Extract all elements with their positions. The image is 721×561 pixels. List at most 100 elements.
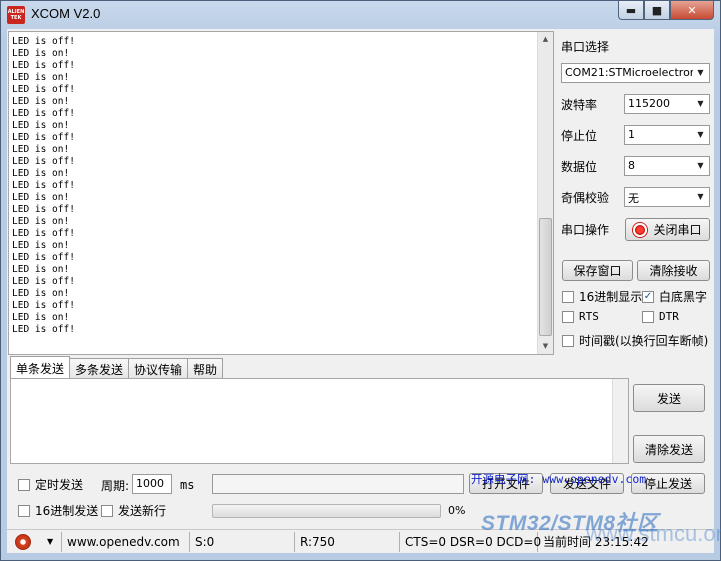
stopbit-select[interactable]: 1 ▼ bbox=[624, 125, 710, 145]
window-controls: ▬ ■ ✕ bbox=[618, 1, 714, 21]
close-button[interactable]: ✕ bbox=[670, 1, 714, 20]
tab-single-send[interactable]: 单条发送 bbox=[10, 356, 71, 378]
receive-scrollbar[interactable]: ▲ ▼ bbox=[537, 32, 553, 354]
receive-line: LED is off! bbox=[12, 300, 75, 311]
operate-label: 串口操作 bbox=[561, 223, 610, 237]
hex-display-checkbox[interactable]: 16进制显示 bbox=[562, 288, 642, 305]
receive-line: LED is off! bbox=[12, 276, 75, 287]
scroll-up-icon[interactable]: ▲ bbox=[538, 32, 553, 47]
white-bg-label: 白底黑字 bbox=[659, 290, 708, 304]
dtr-label: DTR bbox=[659, 310, 679, 323]
receive-line: LED is off! bbox=[12, 84, 75, 95]
timed-send-label: 定时发送 bbox=[35, 478, 84, 492]
receive-line: LED is on! bbox=[12, 192, 70, 203]
scroll-down-icon[interactable]: ▼ bbox=[538, 339, 553, 354]
receive-line: LED is off! bbox=[12, 156, 75, 167]
progress-percent: 0% bbox=[448, 504, 466, 517]
close-port-button[interactable]: 关闭串口 bbox=[625, 218, 710, 241]
settings-menu[interactable]: ▼ bbox=[7, 531, 62, 552]
send-scrollbar[interactable] bbox=[612, 379, 628, 463]
hex-display-label: 16进制显示 bbox=[579, 290, 643, 304]
chevron-down-icon: ▼ bbox=[693, 158, 708, 174]
rts-checkbox[interactable]: RTS bbox=[562, 310, 599, 323]
parity-label: 奇偶校验 bbox=[561, 191, 610, 205]
send-button[interactable]: 发送 bbox=[633, 384, 705, 412]
chevron-down-icon: ▼ bbox=[693, 96, 708, 112]
receive-line: LED is off! bbox=[12, 180, 75, 191]
file-path-field[interactable] bbox=[212, 474, 464, 494]
maximize-button[interactable]: ■ bbox=[644, 1, 670, 20]
port-status-lamp-icon bbox=[633, 222, 648, 237]
clear-receive-button[interactable]: 清除接收 bbox=[637, 260, 710, 281]
hex-send-checkbox[interactable]: 16进制发送 bbox=[18, 502, 98, 519]
receive-line: LED is off! bbox=[12, 204, 75, 215]
receive-line: LED is off! bbox=[12, 60, 75, 71]
receive-line: LED is off! bbox=[12, 324, 75, 335]
chevron-down-icon: ▼ bbox=[47, 537, 54, 546]
receive-text: LED is off! LED is on! LED is off! LED is o… bbox=[12, 36, 532, 336]
period-label: 周期: bbox=[101, 479, 130, 493]
databit-select[interactable]: 8 ▼ bbox=[624, 156, 710, 176]
newline-box bbox=[101, 504, 113, 517]
parity-value: 无 bbox=[628, 192, 639, 205]
serial-settings-panel: 串口选择 COM21:STMicroelectron ▼ 波特率 115200 … bbox=[560, 29, 714, 359]
chevron-down-icon: ▼ bbox=[693, 189, 708, 205]
receive-line: LED is off! bbox=[12, 252, 75, 263]
port-select-label: 串口选择 bbox=[561, 40, 610, 54]
receive-line: LED is on! bbox=[12, 312, 70, 323]
receive-textarea[interactable]: LED is off! LED is on! LED is off! LED is o… bbox=[8, 31, 554, 355]
period-input[interactable]: 1000 bbox=[132, 474, 172, 494]
stopbit-value: 1 bbox=[628, 128, 635, 141]
title-bar[interactable]: ALIEN TEK XCOM V2.0 ▬ ■ ✕ bbox=[1, 1, 720, 29]
scrollbar-thumb[interactable] bbox=[539, 218, 552, 336]
tab-help[interactable]: 帮助 bbox=[187, 358, 224, 378]
receive-line: LED is off! bbox=[12, 132, 75, 143]
baud-value: 115200 bbox=[628, 97, 670, 110]
receive-line: LED is on! bbox=[12, 48, 70, 59]
period-unit: ms bbox=[180, 478, 195, 492]
watermark-line2: www.stmcu.org bbox=[586, 521, 721, 546]
minimize-button[interactable]: ▬ bbox=[618, 1, 644, 20]
hex-send-box bbox=[18, 504, 30, 517]
status-received-count: R:750 bbox=[295, 531, 400, 552]
receive-line: LED is on! bbox=[12, 72, 70, 83]
hex-send-label: 16进制发送 bbox=[35, 504, 99, 518]
tab-multi-send[interactable]: 多条发送 bbox=[69, 358, 130, 378]
newline-label: 发送新行 bbox=[118, 504, 167, 518]
databit-label: 数据位 bbox=[561, 160, 598, 174]
openedv-link[interactable]: 开源电子网: www.openedv.com bbox=[471, 471, 646, 487]
receive-line: LED is off! bbox=[12, 228, 75, 239]
hex-display-box bbox=[562, 290, 574, 303]
port-select[interactable]: COM21:STMicroelectron ▼ bbox=[561, 63, 710, 83]
dtr-box bbox=[642, 310, 654, 323]
white-bg-checkbox[interactable]: ✓ 白底黑字 bbox=[642, 288, 707, 305]
rts-box bbox=[562, 310, 574, 323]
databit-value: 8 bbox=[628, 159, 635, 172]
timed-send-checkbox[interactable]: 定时发送 bbox=[18, 476, 83, 493]
status-website[interactable]: www.openedv.com bbox=[62, 531, 190, 552]
tab-protocol[interactable]: 协议传输 bbox=[128, 358, 189, 378]
receive-line: LED is on! bbox=[12, 120, 70, 131]
newline-checkbox[interactable]: 发送新行 bbox=[101, 502, 166, 519]
check-icon: ✓ bbox=[642, 290, 654, 303]
receive-line: LED is on! bbox=[12, 264, 70, 275]
parity-select[interactable]: 无 ▼ bbox=[624, 187, 710, 207]
clear-send-button[interactable]: 清除发送 bbox=[633, 435, 705, 463]
chevron-down-icon: ▼ bbox=[693, 65, 708, 81]
xcom-window: ALIEN TEK XCOM V2.0 ▬ ■ ✕ LED is off! LED … bbox=[0, 0, 721, 561]
baud-select[interactable]: 115200 ▼ bbox=[624, 94, 710, 114]
receive-line: LED is off! bbox=[12, 36, 75, 47]
dtr-checkbox[interactable]: DTR bbox=[642, 310, 679, 323]
baud-label: 波特率 bbox=[561, 98, 598, 112]
gear-icon bbox=[15, 533, 31, 550]
alientek-logo-icon: ALIEN TEK bbox=[7, 6, 25, 24]
receive-line: LED is on! bbox=[12, 240, 70, 251]
chevron-down-icon: ▼ bbox=[693, 127, 708, 143]
window-title: XCOM V2.0 bbox=[31, 6, 101, 21]
save-window-button[interactable]: 保存窗口 bbox=[562, 260, 633, 281]
receive-line: LED is on! bbox=[12, 96, 70, 107]
close-port-label: 关闭串口 bbox=[653, 223, 702, 237]
stopbit-label: 停止位 bbox=[561, 129, 598, 143]
timestamp-checkbox[interactable]: 时间戳(以换行回车断帧) bbox=[562, 332, 708, 349]
send-textarea[interactable] bbox=[10, 378, 629, 464]
